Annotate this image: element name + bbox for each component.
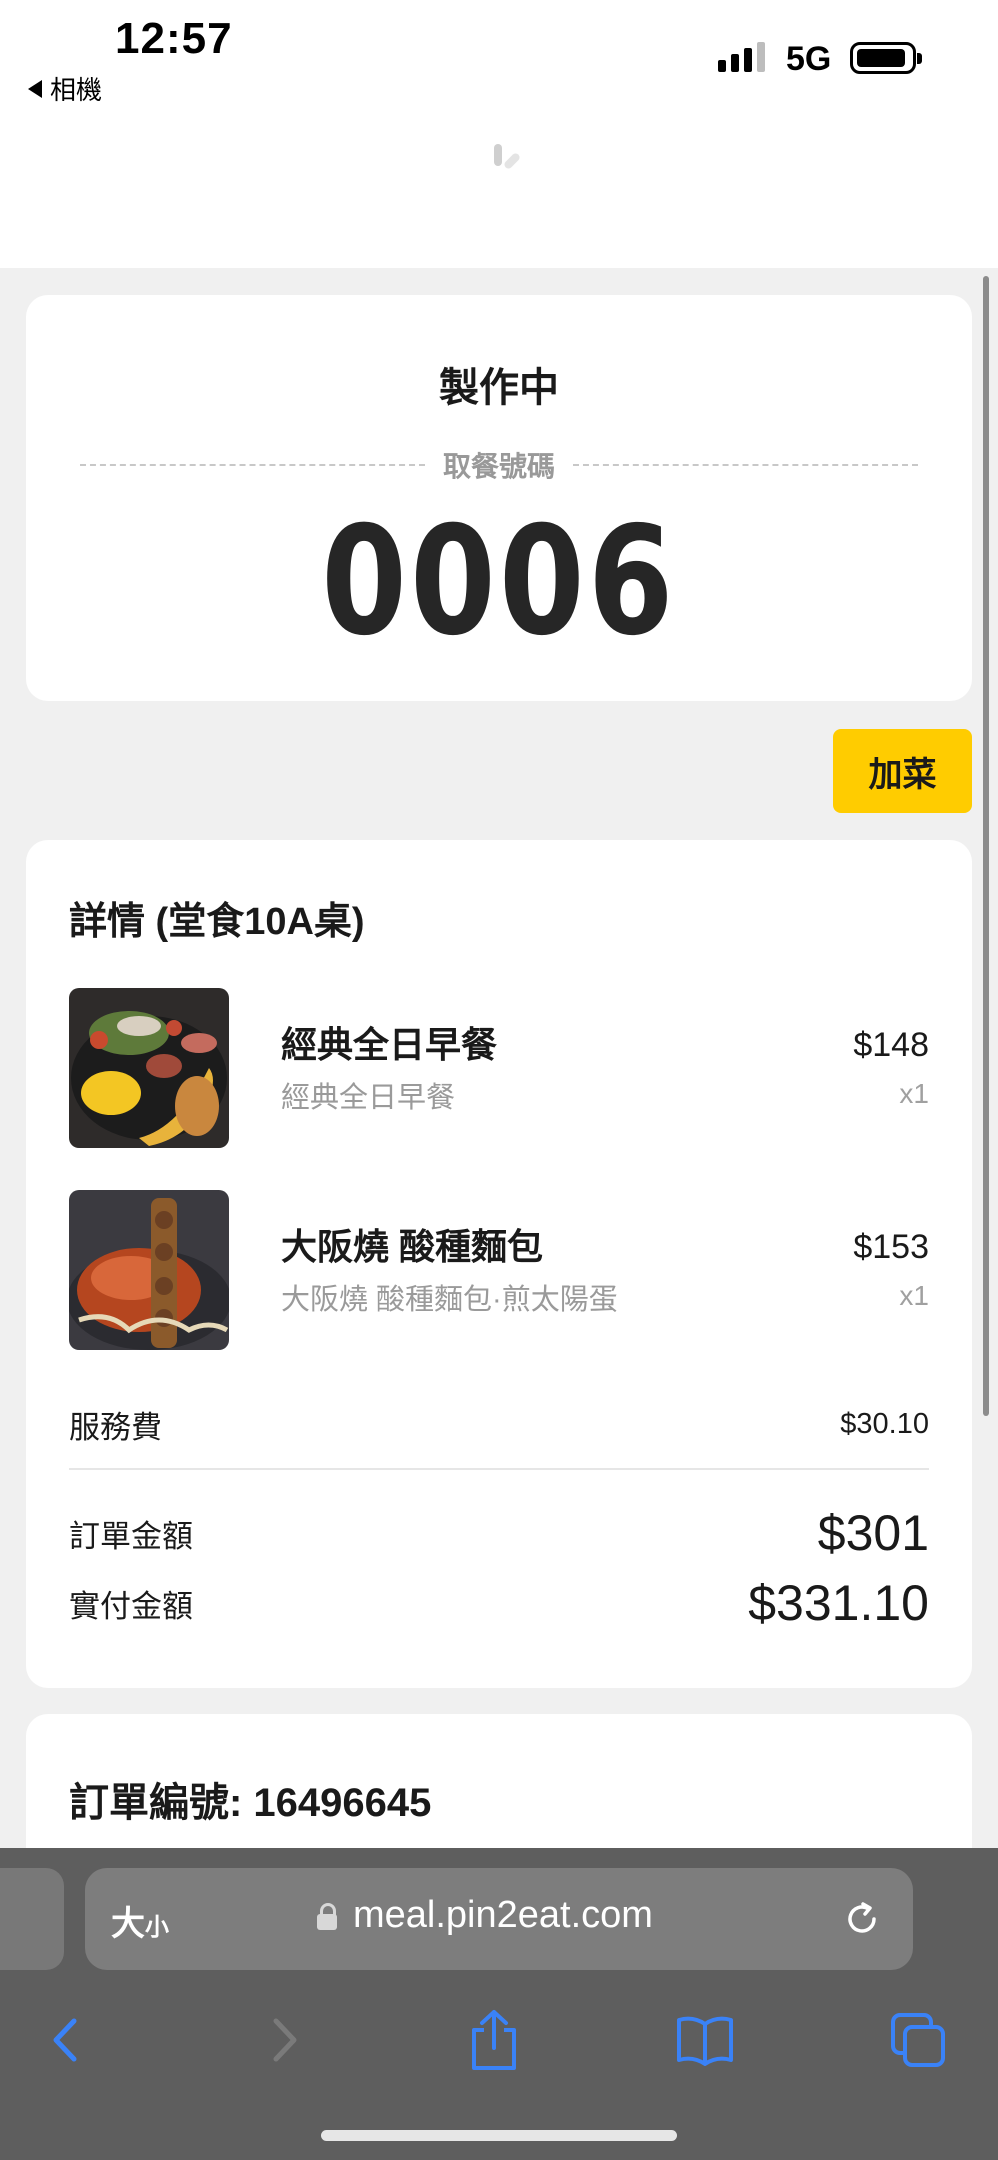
pickup-label: 取餐號碼: [443, 451, 556, 482]
browser-toolbar: 大小 meal.pin2eat.com: [0, 1848, 998, 2160]
order-number: 訂單編號: 16496645: [69, 1781, 432, 1825]
share-icon: [472, 2010, 516, 2070]
pickup-divider: 取餐號碼: [80, 445, 919, 485]
back-button[interactable]: [26, 2000, 106, 2080]
order-details-card: 詳情 (堂食10A桌) 經典全日早餐 經典全日早餐 $148 x1 大阪燒 酸種…: [26, 840, 972, 1688]
text-size-button[interactable]: 大小: [111, 1896, 169, 1945]
service-fee-value: $30.10: [840, 1408, 929, 1440]
item-quantity: x1: [899, 1078, 929, 1109]
list-item: 大阪燒 酸種麵包 大阪燒 酸種麵包·煎太陽蛋 $153 x1: [69, 1190, 929, 1350]
order-status-title: 製作中: [439, 366, 559, 410]
book-icon: [677, 2016, 733, 2066]
details-title: 詳情 (堂食10A桌): [69, 901, 365, 943]
clock: 12:57: [115, 14, 233, 63]
item-name: 大阪燒 酸種麵包: [281, 1226, 544, 1267]
network-type: 5G: [786, 40, 832, 78]
service-fee-label: 服務費: [69, 1410, 162, 1445]
breakfast-platter-photo: [69, 988, 229, 1148]
bottom-toolbar: [0, 2000, 998, 2110]
service-fee-row: 服務費 $30.10: [69, 1402, 929, 1447]
scrollbar[interactable]: [983, 276, 989, 1416]
add-dish-button[interactable]: 加菜: [833, 729, 972, 813]
order-status-card: 製作中 取餐號碼 0006: [26, 295, 972, 701]
list-item: 經典全日早餐 經典全日早餐 $148 x1: [69, 988, 929, 1148]
item-name: 經典全日早餐: [281, 1024, 498, 1065]
okonomiyaki-photo: [69, 1190, 229, 1350]
pickup-number: 0006: [321, 495, 677, 669]
previous-tab[interactable]: [0, 1868, 64, 1970]
paid-amount-label: 實付金額: [69, 1588, 193, 1624]
item-quantity: x1: [899, 1280, 929, 1311]
item-description: 大阪燒 酸種麵包·煎太陽蛋: [281, 1284, 618, 1316]
back-to-app-link[interactable]: 相機: [28, 70, 102, 107]
item-price: $148: [853, 1026, 929, 1064]
lock-icon: [317, 1903, 337, 1930]
home-indicator[interactable]: [321, 2130, 677, 2141]
paid-amount-row: 實付金額 $331.10: [69, 1574, 929, 1632]
address-bar[interactable]: 大小 meal.pin2eat.com: [85, 1868, 913, 1970]
back-triangle-icon: [28, 79, 42, 98]
order-amount-label: 訂單金額: [69, 1518, 193, 1554]
bookmarks-button[interactable]: [665, 2000, 745, 2080]
chevron-right-icon: [273, 2018, 297, 2062]
order-amount-value: $301: [817, 1505, 929, 1561]
item-description: 經典全日早餐: [281, 1082, 456, 1114]
share-button[interactable]: [454, 2000, 534, 2080]
status-bar: 12:57 相機 5G: [0, 0, 998, 268]
item-price: $153: [853, 1228, 929, 1266]
chevron-left-icon: [53, 2018, 77, 2062]
loading-spinner-icon: [494, 144, 502, 166]
reload-icon[interactable]: [841, 1898, 883, 1940]
url-text: meal.pin2eat.com: [353, 1894, 653, 1936]
tabs-button[interactable]: [878, 2000, 958, 2080]
signal-icon: [718, 42, 765, 72]
order-amount-row: 訂單金額 $301: [69, 1504, 929, 1562]
paid-amount-value: $331.10: [748, 1575, 929, 1631]
tabs-icon: [891, 2013, 945, 2067]
back-app-label: 相機: [50, 75, 103, 105]
forward-button[interactable]: [244, 2000, 324, 2080]
divider: [69, 1468, 929, 1470]
battery-icon: [850, 42, 922, 74]
